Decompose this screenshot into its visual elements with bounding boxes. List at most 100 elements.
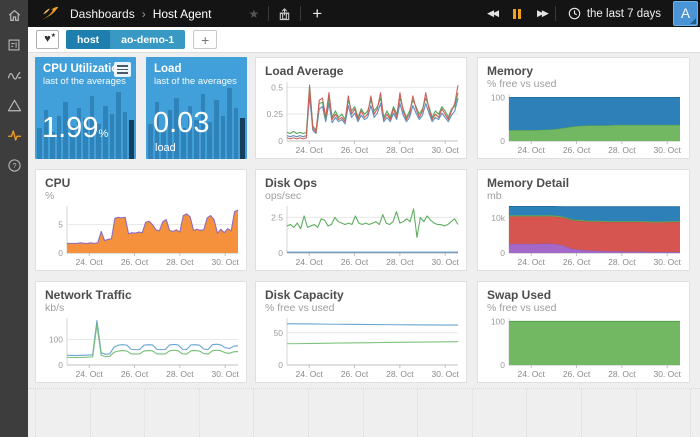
home-icon[interactable] [0, 0, 28, 30]
solarwinds-logo[interactable] [40, 5, 60, 22]
svg-text:24. Oct: 24. Oct [518, 257, 546, 267]
cpu-utilization-tile[interactable]: CPU Utilization last of the averages 1.9… [35, 57, 136, 159]
panel-title: Network Traffic [36, 282, 246, 302]
panel-subtitle: % free vs used [478, 302, 689, 314]
page-title: Host Agent [153, 7, 212, 21]
svg-text:28. Oct: 28. Oct [386, 369, 414, 379]
svg-text:10k: 10k [491, 213, 505, 223]
avatar[interactable]: A [673, 1, 698, 26]
tile-unit: % [98, 128, 108, 140]
metrics-icon[interactable] [0, 60, 28, 90]
svg-text:0: 0 [278, 136, 283, 146]
svg-text:26. Oct: 26. Oct [121, 257, 149, 267]
time-range-selector[interactable]: the last 7 days [556, 7, 673, 20]
disk-ops-chart: 2.5024. Oct26. Oct28. Oct30. Oct [260, 202, 464, 268]
svg-text:0: 0 [58, 360, 63, 370]
add-widget-button[interactable]: + [301, 4, 333, 24]
add-tag-button[interactable]: + [193, 30, 217, 49]
svg-text:26. Oct: 26. Oct [341, 369, 369, 379]
network-traffic-panel[interactable]: Network Traffic kb/s 100024. Oct26. Oct2… [35, 281, 247, 383]
tile-unit: load [155, 142, 176, 154]
svg-text:26. Oct: 26. Oct [563, 257, 591, 267]
tile-subtitle: last of the averages [35, 76, 136, 88]
dashboard-grid: CPU Utilization last of the averages 1.9… [28, 53, 700, 437]
rewind-button[interactable]: ◀◀ [479, 8, 505, 19]
svg-text:24. Oct: 24. Oct [518, 145, 546, 155]
tag-value[interactable]: ao-demo-1 [110, 30, 185, 49]
panel-title: Memory [478, 58, 689, 78]
disk-ops-panel[interactable]: Disk Ops ops/sec 2.5024. Oct26. Oct28. O… [255, 169, 467, 271]
tags-button[interactable]: ♥ ★ [36, 30, 59, 49]
svg-text:24. Oct: 24. Oct [296, 369, 324, 379]
memory-chart: 100024. Oct26. Oct28. Oct30. Oct [482, 90, 686, 156]
svg-text:26. Oct: 26. Oct [563, 145, 591, 155]
svg-text:100: 100 [49, 335, 63, 345]
pulse-icon[interactable] [0, 120, 28, 150]
panel-subtitle: % free vs used [478, 78, 689, 90]
load-average-panel[interactable]: Load Average 0.50.25024. Oct26. Oct28. O… [255, 57, 467, 159]
svg-text:24. Oct: 24. Oct [296, 145, 324, 155]
tile-title: Load [146, 57, 247, 76]
svg-text:24. Oct: 24. Oct [296, 257, 324, 267]
dashboards-icon[interactable] [0, 30, 28, 60]
svg-text:0: 0 [58, 248, 63, 258]
forward-button[interactable]: ▶▶ [529, 8, 555, 19]
clock-icon [568, 7, 581, 20]
svg-text:28. Oct: 28. Oct [608, 145, 636, 155]
svg-text:?: ? [12, 161, 16, 170]
help-icon[interactable]: ? [0, 150, 28, 180]
load-tile[interactable]: Load last of the averages 0.03 load [146, 57, 247, 159]
svg-text:0: 0 [500, 136, 505, 146]
svg-text:30. Oct: 30. Oct [211, 257, 239, 267]
panel-subtitle: kb/s [36, 302, 246, 314]
panel-title: Load Average [256, 58, 466, 78]
panel-subtitle: ops/sec [256, 190, 466, 202]
svg-text:28. Oct: 28. Oct [166, 257, 194, 267]
panel-title: Swap Used [478, 282, 689, 302]
cpu-panel[interactable]: CPU % 5024. Oct26. Oct28. Oct30. Oct [35, 169, 247, 271]
breadcrumb-dashboards[interactable]: Dashboards [70, 7, 135, 21]
panel-title: CPU [36, 170, 246, 190]
svg-text:0: 0 [278, 360, 283, 370]
top-bar: Dashboards › Host Agent ★ + ◀◀ ▶▶ the la… [28, 0, 700, 27]
star-badge-icon: ★ [51, 32, 56, 39]
share-icon[interactable] [269, 0, 300, 27]
svg-text:0: 0 [500, 248, 505, 258]
left-nav: ? [0, 0, 28, 437]
svg-text:24. Oct: 24. Oct [518, 369, 546, 379]
svg-text:28. Oct: 28. Oct [386, 145, 414, 155]
tile-value: 1.99% [42, 114, 108, 143]
panel-subtitle: % free vs used [256, 302, 466, 314]
tag-key[interactable]: host [66, 30, 110, 49]
panel-subtitle: mb [478, 190, 689, 202]
disk-capacity-panel[interactable]: Disk Capacity % free vs used 50 0 24. Oct 2… [255, 281, 467, 383]
svg-text:30. Oct: 30. Oct [653, 369, 681, 379]
svg-text:30. Oct: 30. Oct [431, 369, 459, 379]
alerts-icon[interactable] [0, 90, 28, 120]
memory-panel[interactable]: Memory % free vs used 100024. Oct26. Oct… [477, 57, 690, 159]
svg-text:30. Oct: 30. Oct [653, 145, 681, 155]
svg-text:24. Oct: 24. Oct [76, 369, 104, 379]
memory-detail-panel[interactable]: Memory Detail mb 10k 0 24. Oct 26. Oct 28. O… [477, 169, 690, 271]
svg-text:24. Oct: 24. Oct [76, 257, 104, 267]
cpu-chart: 5 0 24. Oct 26. Oct 28. Oct 30. Oct [40, 202, 244, 268]
svg-text:100: 100 [491, 316, 505, 326]
panel-title: Disk Capacity [256, 282, 466, 302]
tile-menu-icon[interactable] [114, 62, 131, 77]
svg-text:0: 0 [500, 360, 505, 370]
svg-text:26. Oct: 26. Oct [121, 369, 149, 379]
svg-text:26. Oct: 26. Oct [341, 145, 369, 155]
host-tag-pill[interactable]: host ao-demo-1 [66, 30, 185, 49]
pause-button[interactable] [505, 9, 529, 19]
favorite-star-icon[interactable]: ★ [239, 0, 268, 27]
tile-value: 0.03 [153, 109, 209, 138]
time-range-label: the last 7 days [587, 8, 661, 20]
swap-used-panel[interactable]: Swap Used % free vs used 100 0 24. Oct 26. … [477, 281, 690, 383]
panel-title: Memory Detail [478, 170, 689, 190]
svg-text:30. Oct: 30. Oct [653, 257, 681, 267]
breadcrumb-chevron-icon: › [142, 7, 146, 21]
svg-text:5: 5 [58, 220, 63, 230]
svg-text:28. Oct: 28. Oct [608, 257, 636, 267]
svg-text:26. Oct: 26. Oct [563, 369, 591, 379]
svg-text:50: 50 [274, 328, 284, 338]
